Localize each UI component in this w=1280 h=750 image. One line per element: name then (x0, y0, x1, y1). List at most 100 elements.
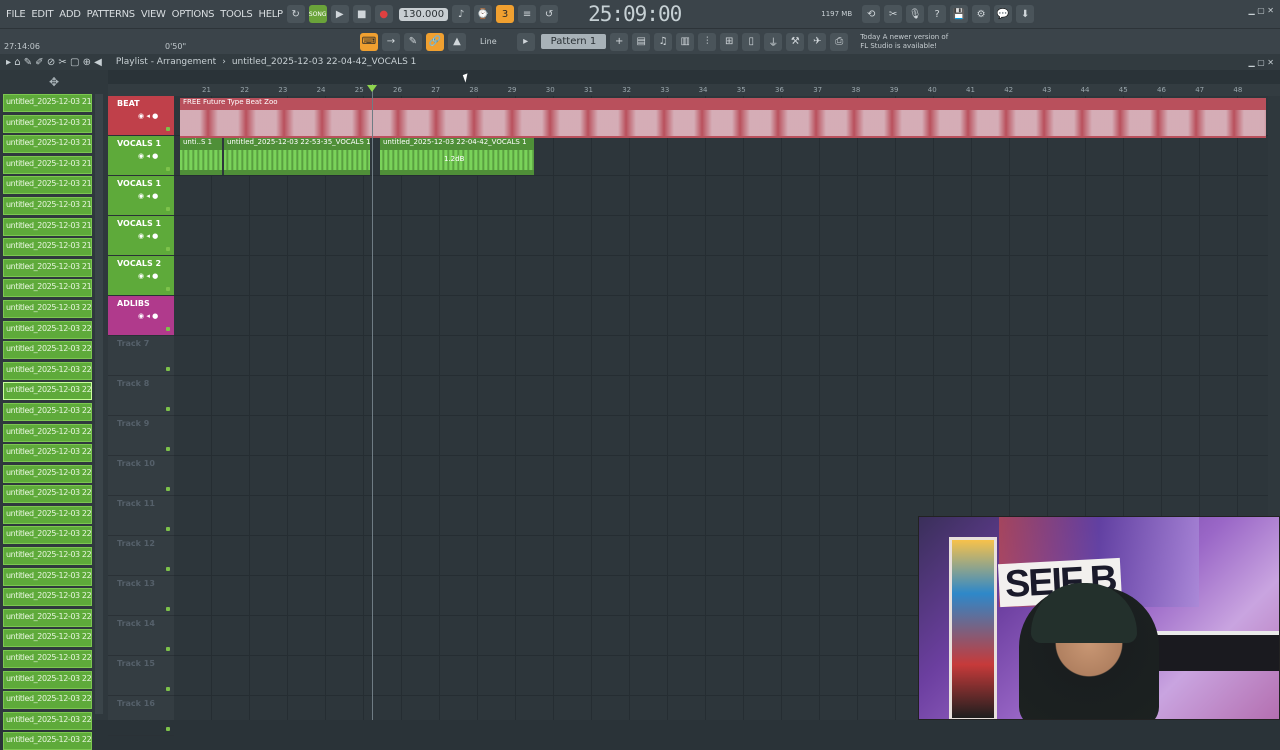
track-active-indicator[interactable] (166, 247, 170, 251)
track-header[interactable]: VOCALS 1 ◉ ◂ ● (108, 176, 174, 216)
browser-item[interactable]: untitled_2025-12-03 22- (3, 464, 92, 483)
browser-item[interactable]: untitled_2025-12-03 21- (3, 238, 92, 257)
browser-item[interactable]: untitled_2025-12-03 22- (3, 711, 92, 730)
menu-add[interactable]: ADD (59, 9, 81, 20)
browser-item[interactable]: untitled_2025-12-03 22- (3, 567, 92, 586)
browser-scrollbar[interactable] (95, 94, 103, 714)
pattern-prev-icon[interactable]: ▸ (516, 32, 535, 51)
channel-rack-icon[interactable]: ▥ (676, 32, 695, 51)
link-icon[interactable]: 🔗 (426, 32, 444, 51)
browser-item[interactable]: untitled_2025-12-03 21- (3, 258, 92, 277)
track-active-indicator[interactable] (166, 407, 170, 411)
browser-item[interactable]: untitled_2025-12-03 22- (3, 588, 92, 607)
timeline-ruler[interactable]: 21 22 23 24 25 26 27 28 29 30 31 32 33 34 35 36 37 38 39 40… (108, 84, 1280, 96)
song-time-display[interactable]: 25:09:00 (588, 2, 682, 26)
piano-roll-icon[interactable]: ♫ (654, 32, 673, 51)
cut-icon[interactable]: ✂ (884, 5, 903, 23)
browser-item[interactable]: untitled_2025-12-03 21- (3, 176, 92, 195)
plugin-icon[interactable]: ⊞ (720, 32, 739, 51)
track-active-indicator[interactable] (166, 447, 170, 451)
track-header[interactable]: Track 15 (108, 656, 174, 696)
browser-item[interactable]: untitled_2025-12-03 22- (3, 361, 92, 380)
track-header[interactable]: VOCALS 1 ◉ ◂ ● (108, 216, 174, 256)
clip-vocals-a[interactable]: unti..S 1 (180, 138, 222, 175)
step-edit-icon[interactable]: → (382, 32, 400, 51)
track-header[interactable]: VOCALS 2 ◉ ◂ ● (108, 256, 174, 296)
song-mode-toggle[interactable]: SONG (308, 5, 327, 23)
playlist-icon[interactable]: ▤ (632, 32, 651, 51)
track-header[interactable]: Track 9 (108, 416, 174, 456)
track-controls-icon[interactable]: ◉ ◂ ● (138, 152, 158, 160)
track-active-indicator[interactable] (166, 367, 170, 371)
browser-item[interactable]: untitled_2025-12-03 22- (3, 629, 92, 648)
browser-item[interactable]: untitled_2025-12-03 22- (3, 691, 92, 710)
track-active-indicator[interactable] (166, 167, 170, 171)
browser-item[interactable]: untitled_2025-12-03 22- (3, 670, 92, 689)
wait-icon[interactable]: ⌚ (474, 5, 493, 23)
track-header[interactable]: BEAT ◉ ◂ ● (108, 96, 174, 136)
loop-icon[interactable]: ↻ (286, 5, 305, 23)
track-active-indicator[interactable] (166, 647, 170, 651)
browser-item[interactable]: untitled_2025-12-03 22- (3, 650, 92, 669)
track-header[interactable]: VOCALS 1 ◉ ◂ ● (108, 136, 174, 176)
typing-keyboard-icon[interactable]: ⌨ (360, 32, 378, 51)
track-header[interactable]: Track 10 (108, 456, 174, 496)
browser-item[interactable]: untitled_2025-12-03 21- (3, 94, 92, 112)
browser-item[interactable]: untitled_2025-12-03 21- (3, 217, 92, 236)
track-active-indicator[interactable] (166, 207, 170, 211)
browser-item[interactable]: untitled_2025-12-03 21- (3, 196, 92, 215)
menu-help[interactable]: HELP (258, 9, 283, 20)
update-news[interactable]: Today A newer version of FL Studio is av… (860, 33, 948, 51)
browser-item[interactable]: untitled_2025-12-03 22- (3, 299, 92, 318)
browser-item[interactable]: untitled_2025-12-03 22- (3, 382, 92, 401)
loop-record-icon[interactable]: ↺ (540, 5, 559, 23)
browser-item[interactable]: untitled_2025-12-03 22- (3, 485, 92, 504)
playhead-marker-icon[interactable] (367, 85, 377, 92)
download-icon[interactable]: ⬇ (1016, 5, 1035, 23)
browser-item[interactable]: untitled_2025-12-03 22- (3, 547, 92, 566)
browser-item[interactable]: untitled_2025-12-03 22- (3, 402, 92, 421)
track-header[interactable]: Track 7 (108, 336, 174, 376)
browser-item[interactable]: untitled_2025-12-03 22- (3, 732, 92, 750)
window-controls[interactable]: ▁ ▢ ✕ (1249, 6, 1275, 15)
menu-patterns[interactable]: PATTERNS (87, 9, 136, 20)
track-active-indicator[interactable] (166, 487, 170, 491)
plug-icon[interactable]: ⏚ (764, 32, 783, 51)
track-active-indicator[interactable] (166, 127, 170, 131)
snap-select[interactable]: Line (480, 37, 497, 46)
browser-item[interactable]: untitled_2025-12-03 21- (3, 279, 92, 298)
menu-view[interactable]: VIEW (141, 9, 166, 20)
move-icon[interactable]: ✥ (49, 75, 59, 89)
browser-icon[interactable]: ✈ (808, 32, 827, 51)
menu-file[interactable]: FILE (6, 9, 26, 20)
browser-item[interactable]: untitled_2025-12-03 21- (3, 155, 92, 174)
stop-button[interactable]: ■ (352, 5, 371, 23)
mixer-icon[interactable]: ⚙ (972, 5, 991, 23)
tools-icon[interactable]: ⚒ (786, 32, 805, 51)
track-header[interactable]: Track 8 (108, 376, 174, 416)
track-controls-icon[interactable]: ◉ ◂ ● (138, 312, 158, 320)
clip-vocals-c[interactable]: untitled_2025-12-03 22-04-42_VOCALS 1 1.… (380, 138, 534, 175)
track-header[interactable]: Track 13 (108, 576, 174, 616)
playlist-window-controls[interactable]: ▁ ▢ ✕ (1249, 58, 1275, 67)
blend-notes-icon[interactable]: ≡ (518, 5, 537, 23)
file-icon[interactable]: ▯ (742, 32, 761, 51)
track-controls-icon[interactable]: ◉ ◂ ● (138, 272, 158, 280)
track-header[interactable]: Track 12 (108, 536, 174, 576)
menu-options[interactable]: OPTIONS (172, 9, 215, 20)
help-icon[interactable]: ? (928, 5, 947, 23)
chat-icon[interactable]: 💬 (994, 5, 1013, 23)
pattern-selector[interactable]: Pattern 1 (540, 34, 607, 49)
record-button[interactable]: ● (374, 5, 393, 23)
draw-icon[interactable]: ✎ (404, 32, 422, 51)
play-button[interactable]: ▶ (330, 5, 349, 23)
add-pattern-icon[interactable]: + (610, 32, 629, 51)
track-controls-icon[interactable]: ◉ ◂ ● (138, 232, 158, 240)
track-header[interactable]: ADLIBS ◉ ◂ ● (108, 296, 174, 336)
project-icon[interactable]: ⎙ (830, 32, 849, 51)
stamp-icon[interactable]: ▲ (448, 32, 466, 51)
browser-item[interactable]: untitled_2025-12-03 22- (3, 608, 92, 627)
browser-item[interactable]: untitled_2025-12-03 22- (3, 526, 92, 545)
mic-icon[interactable]: 🎙 (906, 5, 925, 23)
track-active-indicator[interactable] (166, 567, 170, 571)
